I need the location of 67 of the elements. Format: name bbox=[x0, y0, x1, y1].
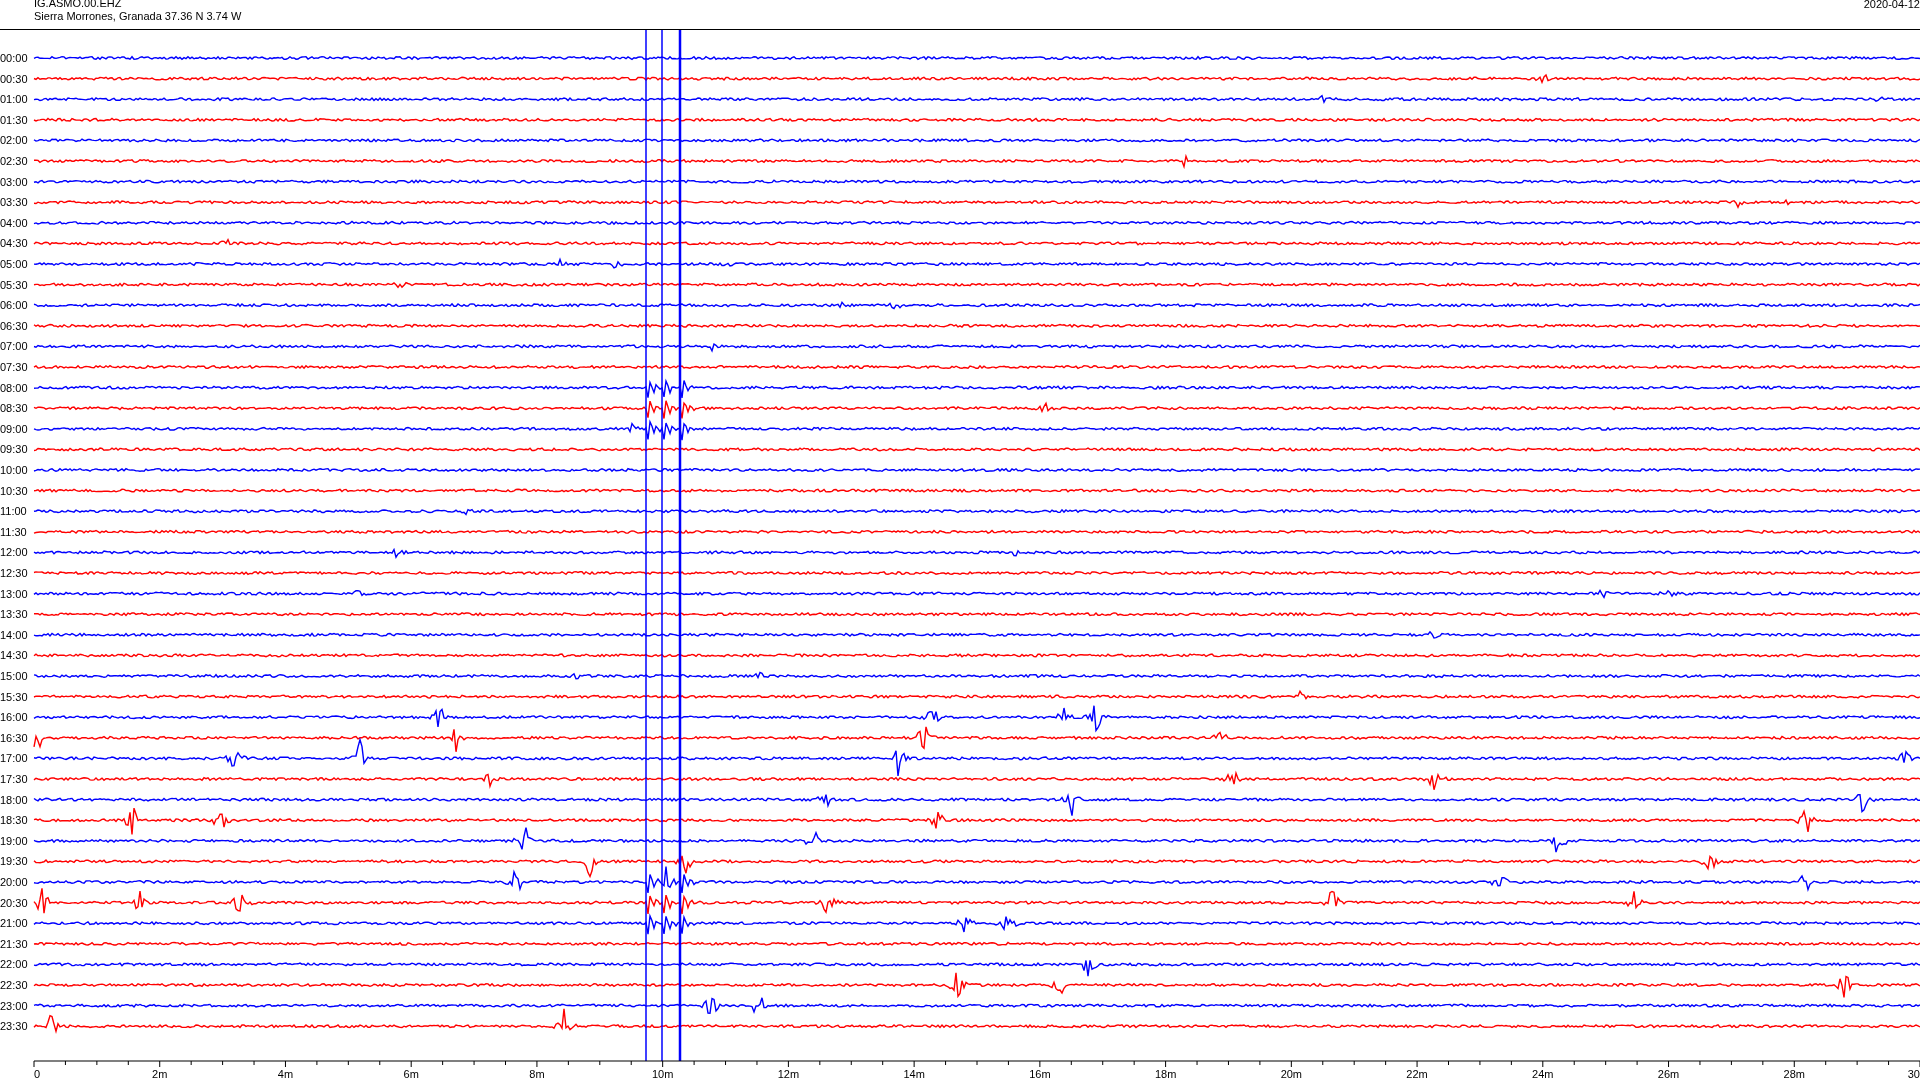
time-label: 00:00 bbox=[0, 52, 28, 64]
time-label: 14:00 bbox=[0, 628, 28, 641]
time-label: 09:30 bbox=[0, 443, 28, 456]
axis-label: 22m bbox=[1406, 1068, 1428, 1079]
record-date: 2020-04-12 bbox=[1863, 0, 1920, 10]
time-label: 15:30 bbox=[0, 690, 28, 703]
time-label: 02:30 bbox=[0, 155, 28, 167]
time-label: 06:00 bbox=[0, 299, 28, 312]
axis-label: 12m bbox=[777, 1068, 800, 1079]
time-label: 11:30 bbox=[0, 525, 27, 538]
axis-label: 30 bbox=[1907, 1068, 1920, 1079]
time-label: 16:00 bbox=[0, 711, 28, 724]
time-label: 01:30 bbox=[0, 113, 28, 126]
time-label: 11:00 bbox=[0, 505, 27, 518]
time-label: 03:30 bbox=[0, 196, 28, 209]
axis-label: 28m bbox=[1783, 1068, 1805, 1079]
time-label: 01:00 bbox=[0, 93, 28, 106]
time-label: 00:30 bbox=[0, 72, 28, 85]
time-label: 04:30 bbox=[0, 237, 28, 250]
axis-label: 6m bbox=[403, 1068, 419, 1079]
time-label: 21:30 bbox=[0, 937, 28, 950]
axis-label: 10m bbox=[651, 1068, 674, 1079]
axis-label: 24m bbox=[1532, 1068, 1554, 1079]
time-label: 18:30 bbox=[0, 814, 28, 827]
axis-label: 8m bbox=[529, 1068, 545, 1079]
time-label: 02:00 bbox=[0, 134, 28, 147]
time-label: 13:30 bbox=[0, 608, 28, 621]
time-label: 07:00 bbox=[0, 340, 28, 353]
time-label: 12:00 bbox=[0, 546, 28, 559]
time-label: 20:00 bbox=[0, 876, 28, 888]
time-label: 18:00 bbox=[0, 793, 28, 806]
time-label: 16:30 bbox=[0, 731, 28, 744]
time-label: 17:00 bbox=[0, 752, 28, 765]
time-label: 08:30 bbox=[0, 402, 28, 415]
time-label: 09:00 bbox=[0, 422, 28, 435]
time-label: 19:00 bbox=[0, 834, 28, 847]
time-label: 05:00 bbox=[0, 258, 28, 270]
time-label: 12:30 bbox=[0, 567, 28, 579]
time-label: 10:30 bbox=[0, 484, 28, 497]
time-label: 21:00 bbox=[0, 917, 28, 930]
time-label: 19:30 bbox=[0, 855, 28, 868]
axis-label: 16m bbox=[1029, 1068, 1051, 1079]
time-label: 10:00 bbox=[0, 464, 28, 476]
time-label: 06:30 bbox=[0, 319, 28, 332]
time-label: 15:00 bbox=[0, 670, 28, 682]
time-label: 23:30 bbox=[0, 1020, 28, 1033]
axis-label: 18m bbox=[1154, 1068, 1177, 1079]
time-label: 23:00 bbox=[0, 999, 28, 1012]
axis-label: 0 bbox=[34, 1068, 41, 1079]
time-label: 07:30 bbox=[0, 361, 28, 373]
time-label: 14:30 bbox=[0, 649, 28, 662]
time-label: 22:30 bbox=[0, 979, 28, 991]
axis-label: 4m bbox=[277, 1068, 294, 1079]
time-label: 03:00 bbox=[0, 175, 28, 188]
time-label: 04:00 bbox=[0, 216, 28, 229]
time-label: 17:30 bbox=[0, 773, 28, 785]
station-location: Sierra Morrones, Granada 37.36 N 3.74 W bbox=[34, 10, 242, 23]
time-label: 08:00 bbox=[0, 381, 28, 394]
time-label: 20:30 bbox=[0, 896, 28, 909]
axis-label: 20m bbox=[1280, 1068, 1303, 1079]
axis-label: 26m bbox=[1657, 1068, 1680, 1079]
time-label: 22:00 bbox=[0, 958, 28, 971]
time-label: 13:00 bbox=[0, 587, 28, 600]
time-label: 05:30 bbox=[0, 278, 28, 291]
axis-label: 2m bbox=[152, 1068, 168, 1079]
axis-label: 14m bbox=[903, 1068, 925, 1079]
station-code: IG.ASMO.00.EHZ bbox=[34, 0, 123, 10]
